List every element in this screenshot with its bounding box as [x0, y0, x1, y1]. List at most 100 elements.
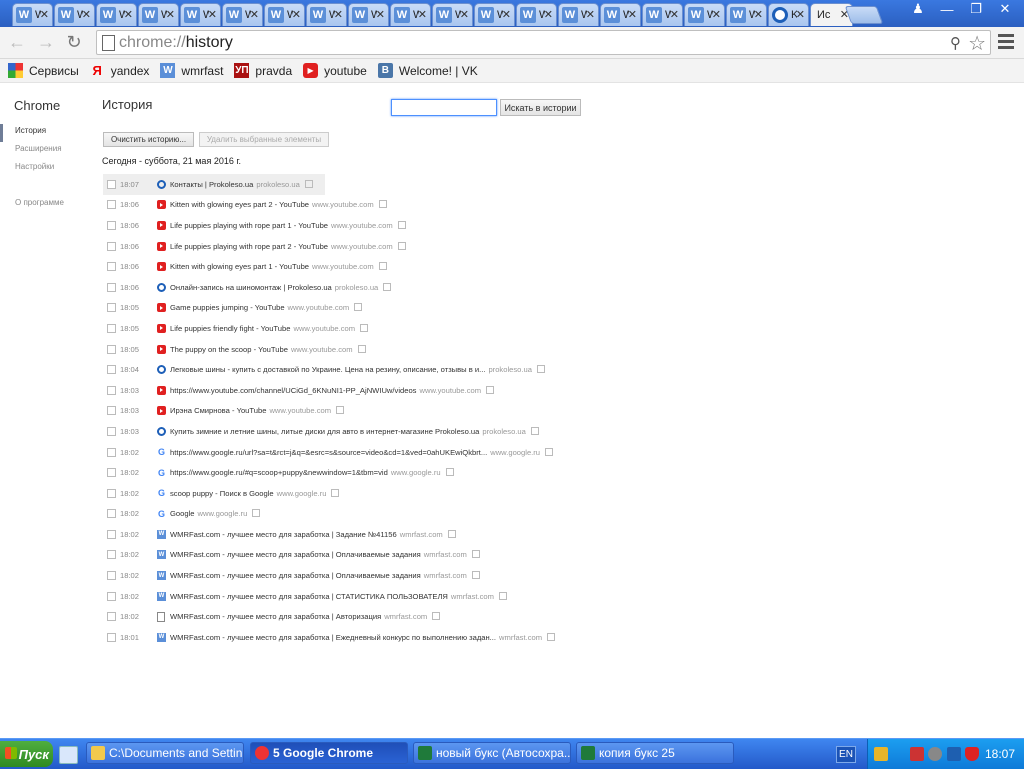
close-tab-icon[interactable]: ✕: [502, 8, 511, 21]
entry-link[interactable]: The puppy on the scoop - YouTube www.yout…: [170, 344, 366, 354]
entry-link[interactable]: Game puppies jumping - YouTube www.youtub…: [170, 303, 363, 312]
entry-link[interactable]: Контакты | Prokoleso.ua prokoleso.ua: [170, 179, 313, 189]
entry-link[interactable]: WMRFast.com - лучшее место для заработка…: [170, 591, 507, 601]
bookmark-vk[interactable]: B Welcome! | VK: [377, 63, 478, 78]
entry-menu-button[interactable]: [360, 323, 369, 332]
entry-title[interactable]: Life puppies playing with rope part 1 - …: [170, 221, 328, 230]
entry-title[interactable]: Google: [170, 509, 195, 518]
back-button[interactable]: ←: [7, 32, 27, 52]
search-input[interactable]: [391, 99, 497, 116]
entry-title[interactable]: WMRFast.com - лучшее место для заработка…: [170, 592, 448, 601]
entry-checkbox[interactable]: [107, 262, 116, 272]
entry-checkbox[interactable]: [107, 200, 116, 210]
tab[interactable]: WW✕: [642, 3, 683, 26]
entry-title[interactable]: WMRFast.com - лучшее место для заработка…: [170, 571, 421, 580]
sidebar-item-about[interactable]: О программе: [0, 196, 64, 214]
entry-link[interactable]: WMRFast.com - лучшее место для заработка…: [170, 612, 441, 621]
entry-menu-button[interactable]: [397, 241, 406, 250]
entry-checkbox[interactable]: [107, 179, 116, 189]
entry-title[interactable]: Kitten with glowing eyes part 2 - YouTub…: [170, 200, 309, 209]
quick-launch-icon[interactable]: [59, 746, 78, 764]
entry-menu-button[interactable]: [530, 426, 539, 435]
language-indicator[interactable]: EN: [836, 746, 856, 763]
entry-link[interactable]: scoop puppy - Поиск в Google www.google.r…: [170, 488, 340, 498]
sidebar-item-extensions[interactable]: Расширения: [0, 142, 64, 160]
close-tab-icon[interactable]: ✕: [292, 8, 301, 21]
entry-title[interactable]: WMRFast.com - лучшее место для заработка…: [170, 633, 496, 642]
entry-checkbox[interactable]: [107, 612, 116, 622]
entry-menu-button[interactable]: [545, 447, 554, 456]
entry-menu-button[interactable]: [498, 591, 507, 600]
entry-checkbox[interactable]: [107, 571, 116, 581]
bookmark-star-icon[interactable]: ☆: [968, 31, 986, 56]
entry-checkbox[interactable]: [107, 591, 116, 601]
close-tab-icon[interactable]: ✕: [712, 8, 721, 21]
search-history-button[interactable]: Искать в истории: [500, 99, 581, 116]
close-tab-icon[interactable]: ✕: [754, 8, 763, 21]
entry-title[interactable]: WMRFast.com - лучшее место для заработка…: [170, 530, 397, 539]
chrome-menu-button[interactable]: [998, 34, 1014, 52]
close-tab-icon[interactable]: ✕: [208, 8, 217, 21]
entry-menu-button[interactable]: [486, 385, 495, 394]
close-tab-icon[interactable]: ✕: [628, 8, 637, 21]
close-tab-icon[interactable]: ✕: [82, 8, 91, 21]
entry-checkbox[interactable]: [107, 509, 116, 519]
tab[interactable]: WW✕: [390, 3, 431, 26]
zoom-icon[interactable]: ⚲: [950, 34, 961, 52]
entry-menu-button[interactable]: [471, 550, 480, 559]
taskbar-button-excel[interactable]: копия букс 25: [576, 742, 734, 764]
entry-checkbox[interactable]: [107, 488, 116, 498]
entry-menu-button[interactable]: [432, 612, 441, 621]
entry-title[interactable]: Kitten with glowing eyes part 1 - YouTub…: [170, 262, 309, 271]
bookmark-wmrfast[interactable]: Wwmrfast: [160, 63, 223, 78]
delete-selected-button[interactable]: Удалить выбранные элементы: [199, 132, 329, 147]
tab[interactable]: WW✕: [180, 3, 221, 26]
close-tab-icon[interactable]: ✕: [544, 8, 553, 21]
taskbar-button-chrome[interactable]: 5 Google Chrome: [250, 742, 408, 764]
entry-title[interactable]: https://www.google.ru/#q=scoop+puppy&new…: [170, 468, 388, 477]
entry-checkbox[interactable]: [107, 406, 116, 416]
taskbar-button-folder[interactable]: C:\Documents and Settin...: [86, 742, 244, 764]
tab[interactable]: WW✕: [558, 3, 599, 26]
entry-checkbox[interactable]: [107, 303, 116, 313]
close-tab-icon[interactable]: ✕: [376, 8, 385, 21]
close-tab-icon[interactable]: ✕: [796, 8, 805, 21]
tab[interactable]: WW✕: [726, 3, 767, 26]
entry-title[interactable]: Game puppies jumping - YouTube: [170, 303, 285, 312]
forward-button[interactable]: →: [36, 32, 56, 52]
entry-title[interactable]: Life puppies friendly fight - YouTube: [170, 324, 290, 333]
entry-title[interactable]: Онлайн-запись на шиномонтаж | Prokoleso.…: [170, 283, 332, 292]
close-tab-icon[interactable]: ✕: [124, 8, 133, 21]
entry-menu-button[interactable]: [547, 632, 556, 641]
tab[interactable]: WW✕: [306, 3, 347, 26]
tab[interactable]: WW✕: [684, 3, 725, 26]
clear-history-button[interactable]: Очистить историю...: [103, 132, 194, 147]
entry-menu-button[interactable]: [378, 262, 387, 271]
new-tab-button[interactable]: [844, 6, 884, 24]
tab[interactable]: K✕: [768, 3, 809, 26]
entry-link[interactable]: Ирэна Смирнова - YouTube www.youtube.com: [170, 406, 345, 415]
entry-link[interactable]: Kitten with glowing eyes part 1 - YouTub…: [170, 262, 387, 271]
tab[interactable]: WW✕: [12, 3, 53, 26]
tray-network-icon[interactable]: [947, 747, 961, 761]
entry-title[interactable]: scoop puppy - Поиск в Google: [170, 489, 274, 498]
entry-link[interactable]: Google www.google.ru: [170, 509, 261, 518]
entry-checkbox[interactable]: [107, 241, 116, 251]
close-tab-icon[interactable]: ✕: [586, 8, 595, 21]
entry-title[interactable]: WMRFast.com - лучшее место для заработка…: [170, 612, 381, 621]
entry-link[interactable]: Life puppies playing with rope part 1 - …: [170, 220, 406, 230]
entry-link[interactable]: Легковые шины - купить с доставкой по Ук…: [170, 365, 545, 374]
entry-link[interactable]: https://www.youtube.com/channel/UCiGd_6K…: [170, 385, 495, 395]
tab[interactable]: WW✕: [600, 3, 641, 26]
entry-title[interactable]: WMRFast.com - лучшее место для заработка…: [170, 550, 421, 559]
entry-checkbox[interactable]: [107, 385, 116, 395]
bookmark-youtube[interactable]: ▶ youtube: [303, 63, 367, 78]
tab[interactable]: WW✕: [54, 3, 95, 26]
close-tab-icon[interactable]: ✕: [334, 8, 343, 21]
entry-checkbox[interactable]: [107, 468, 116, 478]
entry-title[interactable]: The puppy on the scoop - YouTube: [170, 345, 288, 354]
entry-link[interactable]: Life puppies friendly fight - YouTube www…: [170, 323, 369, 333]
entry-link[interactable]: Онлайн-запись на шиномонтаж | Prokoleso.…: [170, 282, 392, 292]
entry-checkbox[interactable]: [107, 220, 116, 230]
antivirus-shield-icon[interactable]: [965, 747, 979, 761]
